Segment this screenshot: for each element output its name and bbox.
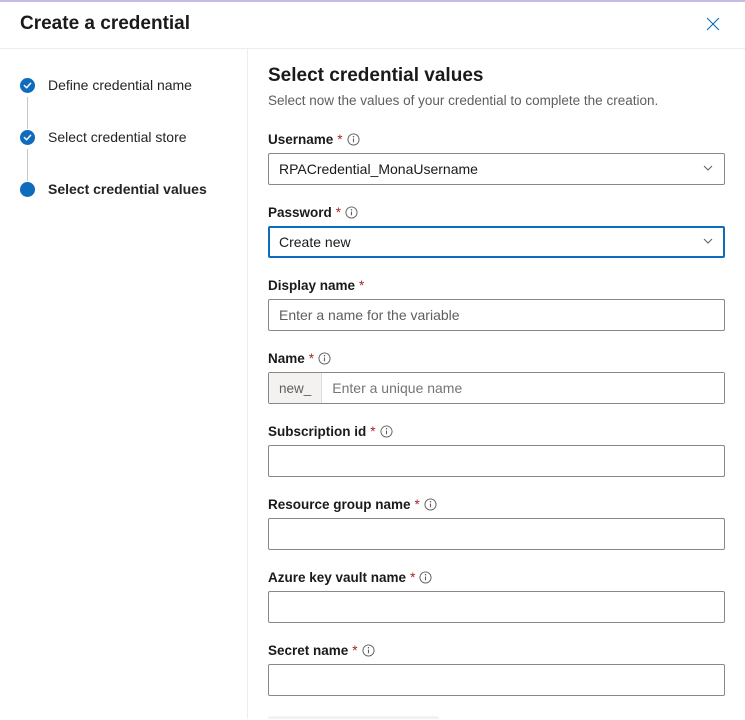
field-username: Username * RPACredential_MonaUsername — [268, 132, 725, 185]
main-form: Select credential values Select now the … — [248, 49, 745, 719]
info-icon[interactable] — [362, 644, 375, 657]
info-icon[interactable] — [347, 133, 360, 146]
field-subscription-id: Subscription id * — [268, 424, 725, 477]
section-subtitle: Select now the values of your credential… — [268, 93, 725, 108]
label-resource-group: Resource group name * — [268, 497, 725, 512]
password-select[interactable]: Create new — [268, 226, 725, 258]
field-resource-group: Resource group name * — [268, 497, 725, 550]
create-new-password-button[interactable]: Create new password — [268, 716, 439, 719]
step-select-credential-values[interactable]: Select credential values — [20, 181, 227, 197]
label-subscription-id: Subscription id * — [268, 424, 725, 439]
label-password: Password * — [268, 205, 725, 220]
wizard-steps: Define credential name Select credential… — [0, 49, 248, 719]
step-label: Define credential name — [48, 77, 192, 93]
subscription-id-input[interactable] — [268, 445, 725, 477]
panel-title: Create a credential — [20, 13, 190, 35]
username-value: RPACredential_MonaUsername — [279, 161, 478, 177]
field-password: Password * Create new — [268, 205, 725, 258]
section-title: Select credential values — [268, 65, 725, 87]
label-secret-name: Secret name * — [268, 643, 725, 658]
close-button[interactable] — [701, 12, 725, 36]
check-icon — [20, 78, 35, 93]
label-display-name: Display name * — [268, 278, 725, 293]
step-label: Select credential values — [48, 181, 207, 197]
label-vault-name: Azure key vault name * — [268, 570, 725, 585]
vault-name-input[interactable] — [268, 591, 725, 623]
info-icon[interactable] — [419, 571, 432, 584]
label-username: Username * — [268, 132, 725, 147]
field-vault-name: Azure key vault name * — [268, 570, 725, 623]
field-secret-name: Secret name * — [268, 643, 725, 696]
field-display-name: Display name * — [268, 278, 725, 331]
check-icon — [20, 130, 35, 145]
name-input-wrapper: new_ — [268, 372, 725, 404]
chevron-down-icon — [702, 161, 714, 177]
password-value: Create new — [279, 234, 351, 250]
current-step-icon — [20, 182, 35, 197]
name-input[interactable] — [322, 373, 724, 403]
name-prefix: new_ — [269, 373, 322, 403]
chevron-down-icon — [702, 234, 714, 250]
info-icon[interactable] — [345, 206, 358, 219]
info-icon[interactable] — [424, 498, 437, 511]
info-icon[interactable] — [318, 352, 331, 365]
step-label: Select credential store — [48, 129, 187, 145]
display-name-input[interactable] — [268, 299, 725, 331]
resource-group-input[interactable] — [268, 518, 725, 550]
panel-header: Create a credential — [0, 2, 745, 49]
step-select-credential-store[interactable]: Select credential store — [20, 129, 227, 145]
info-icon[interactable] — [380, 425, 393, 438]
label-name: Name * — [268, 351, 725, 366]
field-name: Name * new_ — [268, 351, 725, 404]
username-select[interactable]: RPACredential_MonaUsername — [268, 153, 725, 185]
close-icon — [706, 17, 720, 31]
secret-name-input[interactable] — [268, 664, 725, 696]
step-define-credential-name[interactable]: Define credential name — [20, 77, 227, 93]
